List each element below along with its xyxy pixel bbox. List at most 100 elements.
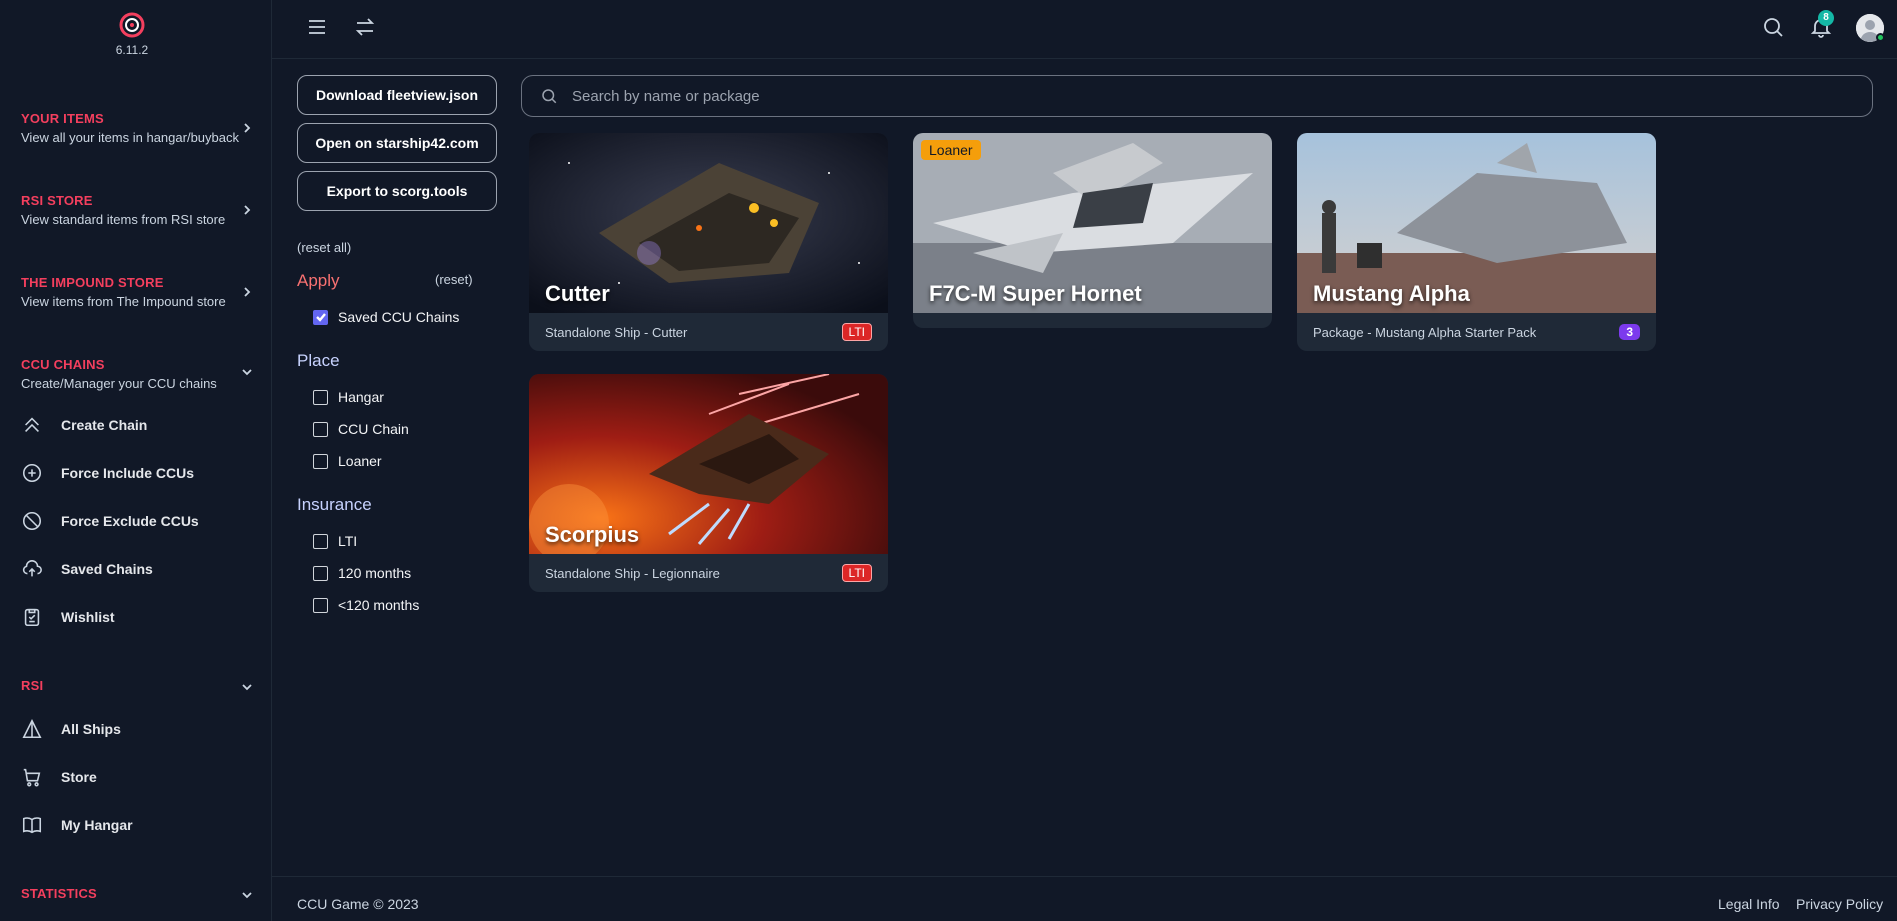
check-icon xyxy=(315,313,326,322)
ban-icon xyxy=(22,511,42,531)
plus-circle-icon xyxy=(22,463,42,483)
ship-name: Cutter xyxy=(545,281,610,306)
ship-name: Mustang Alpha xyxy=(1313,281,1470,306)
sidebar-item-label: Store xyxy=(61,769,97,785)
swap-icon[interactable] xyxy=(353,15,377,39)
reset-all-link[interactable]: (reset all) xyxy=(297,240,351,255)
ship-name: F7C-M Super Hornet xyxy=(929,281,1142,306)
chevrons-up-icon xyxy=(25,417,39,432)
card-footer xyxy=(913,313,1272,328)
section-title: RSI STORE xyxy=(21,193,93,208)
sidebar-item-my-hangar[interactable]: My Hangar xyxy=(21,811,133,839)
filter-hangar[interactable]: Hangar xyxy=(313,387,384,407)
ship-package: Standalone Ship - Legionnaire xyxy=(545,565,720,581)
filter-120-months[interactable]: 120 months xyxy=(313,563,411,583)
sidebar-item-saved-chains[interactable]: Saved Chains xyxy=(21,555,153,583)
checkbox-label: CCU Chain xyxy=(338,421,409,437)
checkbox[interactable] xyxy=(313,453,328,469)
loaner-tag: Loaner xyxy=(921,140,981,160)
sidebar-item-all-ships[interactable]: All Ships xyxy=(21,715,121,743)
item-count-badge: 3 xyxy=(1619,324,1640,340)
brand: 6.11.2 xyxy=(0,12,264,57)
checkbox-label: <120 months xyxy=(338,597,420,613)
chevron-right-icon xyxy=(241,285,253,305)
menu-icon[interactable] xyxy=(305,15,329,39)
sidebar-item-force-exclude[interactable]: Force Exclude CCUs xyxy=(21,507,199,535)
copyright: CCU Game © 2023 xyxy=(297,896,419,912)
ship-image: Cutter xyxy=(529,133,888,313)
card-footer: Standalone Ship - Legionnaire LTI xyxy=(529,554,888,592)
export-scorg-button[interactable]: Export to scorg.tools xyxy=(297,171,497,211)
app-version: 6.11.2 xyxy=(115,43,149,57)
app-logo-icon[interactable] xyxy=(119,12,145,38)
ship-package: Package - Mustang Alpha Starter Pack xyxy=(1313,324,1537,340)
online-status-dot xyxy=(1876,33,1885,42)
filter-saved-ccu-chains[interactable]: Saved CCU Chains xyxy=(313,307,459,327)
ship-card-scorpius[interactable]: Scorpius Standalone Ship - Legionnaire L… xyxy=(529,374,888,592)
sidebar-item-wishlist[interactable]: Wishlist xyxy=(21,603,115,631)
ship-name: Scorpius xyxy=(545,522,640,547)
cart-icon xyxy=(23,768,41,787)
checkbox-label: Saved CCU Chains xyxy=(338,309,460,325)
search-input[interactable] xyxy=(572,87,1772,105)
checkbox-label: Loaner xyxy=(338,453,382,469)
filter-title-place: Place xyxy=(297,351,340,370)
chevron-down-icon xyxy=(241,365,253,385)
sidebar-section-rsi[interactable]: RSI xyxy=(21,678,261,693)
open-starship42-button[interactable]: Open on starship42.com xyxy=(297,123,497,163)
triangle-icon xyxy=(22,719,42,739)
card-footer: Package - Mustang Alpha Starter Pack 3 xyxy=(1297,313,1656,351)
checkbox[interactable] xyxy=(313,421,328,437)
privacy-policy-link[interactable]: Privacy Policy xyxy=(1796,896,1883,912)
sidebar-section-ccu-chains[interactable]: CCU CHAINS Create/Manager your CCU chain… xyxy=(21,357,261,391)
sidebar-section-impound-store[interactable]: THE IMPOUND STORE View items from The Im… xyxy=(21,275,261,309)
ship-card-cutter[interactable]: Cutter Standalone Ship - Cutter LTI xyxy=(529,133,888,351)
search-icon[interactable] xyxy=(1761,15,1785,39)
sidebar-item-label: Force Exclude CCUs xyxy=(61,513,199,529)
legal-info-link[interactable]: Legal Info xyxy=(1718,896,1780,912)
section-subtitle: Create/Manager your CCU chains xyxy=(21,376,217,391)
reset-link[interactable]: (reset) xyxy=(435,272,473,287)
chevron-right-icon xyxy=(241,121,253,141)
ship-image: Loaner F7C-M Super Hornet xyxy=(913,133,1272,313)
topbar xyxy=(272,0,1897,59)
sidebar-item-label: Saved Chains xyxy=(61,561,153,577)
ship-image: Mustang Alpha xyxy=(1297,133,1656,313)
filter-ccu-chain[interactable]: CCU Chain xyxy=(313,419,409,439)
checkbox-label: LTI xyxy=(338,533,358,549)
section-title: YOUR ITEMS xyxy=(21,111,104,126)
sidebar-item-label: Create Chain xyxy=(61,417,148,433)
checkbox[interactable] xyxy=(313,597,328,613)
sidebar-item-label: Force Include CCUs xyxy=(61,465,195,481)
sidebar-item-create-chain[interactable]: Create Chain xyxy=(21,411,147,439)
filter-loaner[interactable]: Loaner xyxy=(313,451,382,471)
ship-card-f7c-m-super-hornet[interactable]: Loaner F7C-M Super Hornet xyxy=(913,133,1272,328)
checkbox[interactable] xyxy=(313,565,328,581)
sidebar-section-your-items[interactable]: YOUR ITEMS View all your items in hangar… xyxy=(21,111,261,145)
lti-badge: LTI xyxy=(841,323,872,341)
download-fleetview-button[interactable]: Download fleetview.json xyxy=(297,75,497,115)
filter-under-120-months[interactable]: <120 months xyxy=(313,595,419,615)
checkbox-label: Hangar xyxy=(338,389,384,405)
sidebar-section-rsi-store[interactable]: RSI STORE View standard items from RSI s… xyxy=(21,193,261,227)
clipboard-icon xyxy=(24,608,40,627)
section-title: CCU CHAINS xyxy=(21,357,105,372)
section-subtitle: View all your items in hangar/buyback xyxy=(21,130,239,145)
checkbox[interactable] xyxy=(313,533,328,549)
sidebar-item-force-include[interactable]: Force Include CCUs xyxy=(21,459,194,487)
sidebar-item-store[interactable]: Store xyxy=(21,763,97,791)
section-subtitle: View standard items from RSI store xyxy=(21,212,226,227)
filter-title-apply: Apply xyxy=(297,271,340,290)
section-title: RSI xyxy=(21,678,44,693)
ship-card-mustang-alpha[interactable]: Mustang Alpha Package - Mustang Alpha St… xyxy=(1297,133,1656,351)
filter-lti[interactable]: LTI xyxy=(313,531,357,551)
sidebar-section-statistics[interactable]: STATISTICS xyxy=(21,886,261,901)
search-bar[interactable] xyxy=(521,75,1873,117)
card-footer: Standalone Ship - Cutter LTI xyxy=(529,313,888,351)
filter-title-insurance: Insurance xyxy=(297,495,372,514)
checkbox-checked[interactable] xyxy=(313,309,328,325)
checkbox[interactable] xyxy=(313,389,328,405)
ship-package: Standalone Ship - Cutter xyxy=(545,324,688,340)
cloud-upload-icon xyxy=(22,560,42,577)
chevron-down-icon xyxy=(241,680,253,700)
